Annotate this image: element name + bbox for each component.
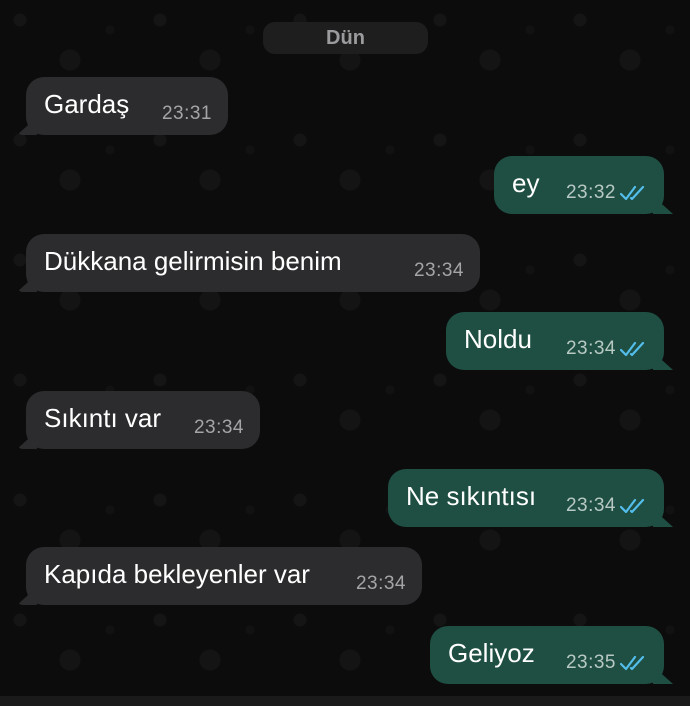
- double-check-read-icon: [620, 341, 645, 357]
- double-check-read-icon: [620, 655, 645, 671]
- message-bubble-incoming[interactable]: Gardaş 23:31: [26, 77, 228, 135]
- message-time: 23:34: [193, 417, 244, 438]
- message-text: Kapıda bekleyenler var: [44, 559, 310, 589]
- message-time: 23:34: [355, 573, 406, 594]
- message-text: Noldu: [464, 324, 532, 354]
- date-divider: Dün: [263, 22, 428, 54]
- message-text: Gardaş: [44, 89, 130, 119]
- double-check-read-icon: [620, 185, 645, 201]
- message-text: Geliyoz: [448, 638, 535, 668]
- message-bubble-outgoing[interactable]: ey 23:32: [494, 156, 664, 214]
- message-text: Ne sıkıntısı: [406, 481, 537, 511]
- message-bubble-incoming[interactable]: Dükkana gelirmisin benim 23:34: [26, 234, 480, 292]
- message-text: Sıkıntı var: [44, 403, 162, 433]
- message-text: Dükkana gelirmisin benim: [44, 246, 342, 276]
- message-text: ey: [512, 168, 540, 198]
- message-bubble-outgoing[interactable]: Noldu 23:34: [446, 312, 664, 370]
- message-time: 23:34: [565, 338, 616, 359]
- message-bubble-incoming[interactable]: Sıkıntı var 23:34: [26, 391, 260, 449]
- bottom-edge: [0, 696, 690, 706]
- message-time: 23:34: [413, 260, 464, 281]
- message-time: 23:32: [565, 182, 616, 203]
- message-bubble-outgoing[interactable]: Geliyoz 23:35: [430, 626, 664, 684]
- message-time: 23:31: [161, 103, 212, 124]
- chat-background: Dün Gardaş 23:31 ey 23:32 Dükkana gelirm…: [0, 0, 690, 706]
- message-time: 23:35: [565, 652, 616, 673]
- double-check-read-icon: [620, 498, 645, 514]
- message-bubble-outgoing[interactable]: Ne sıkıntısı 23:34: [388, 469, 664, 527]
- message-time: 23:34: [565, 495, 616, 516]
- message-bubble-incoming[interactable]: Kapıda bekleyenler var 23:34: [26, 547, 422, 605]
